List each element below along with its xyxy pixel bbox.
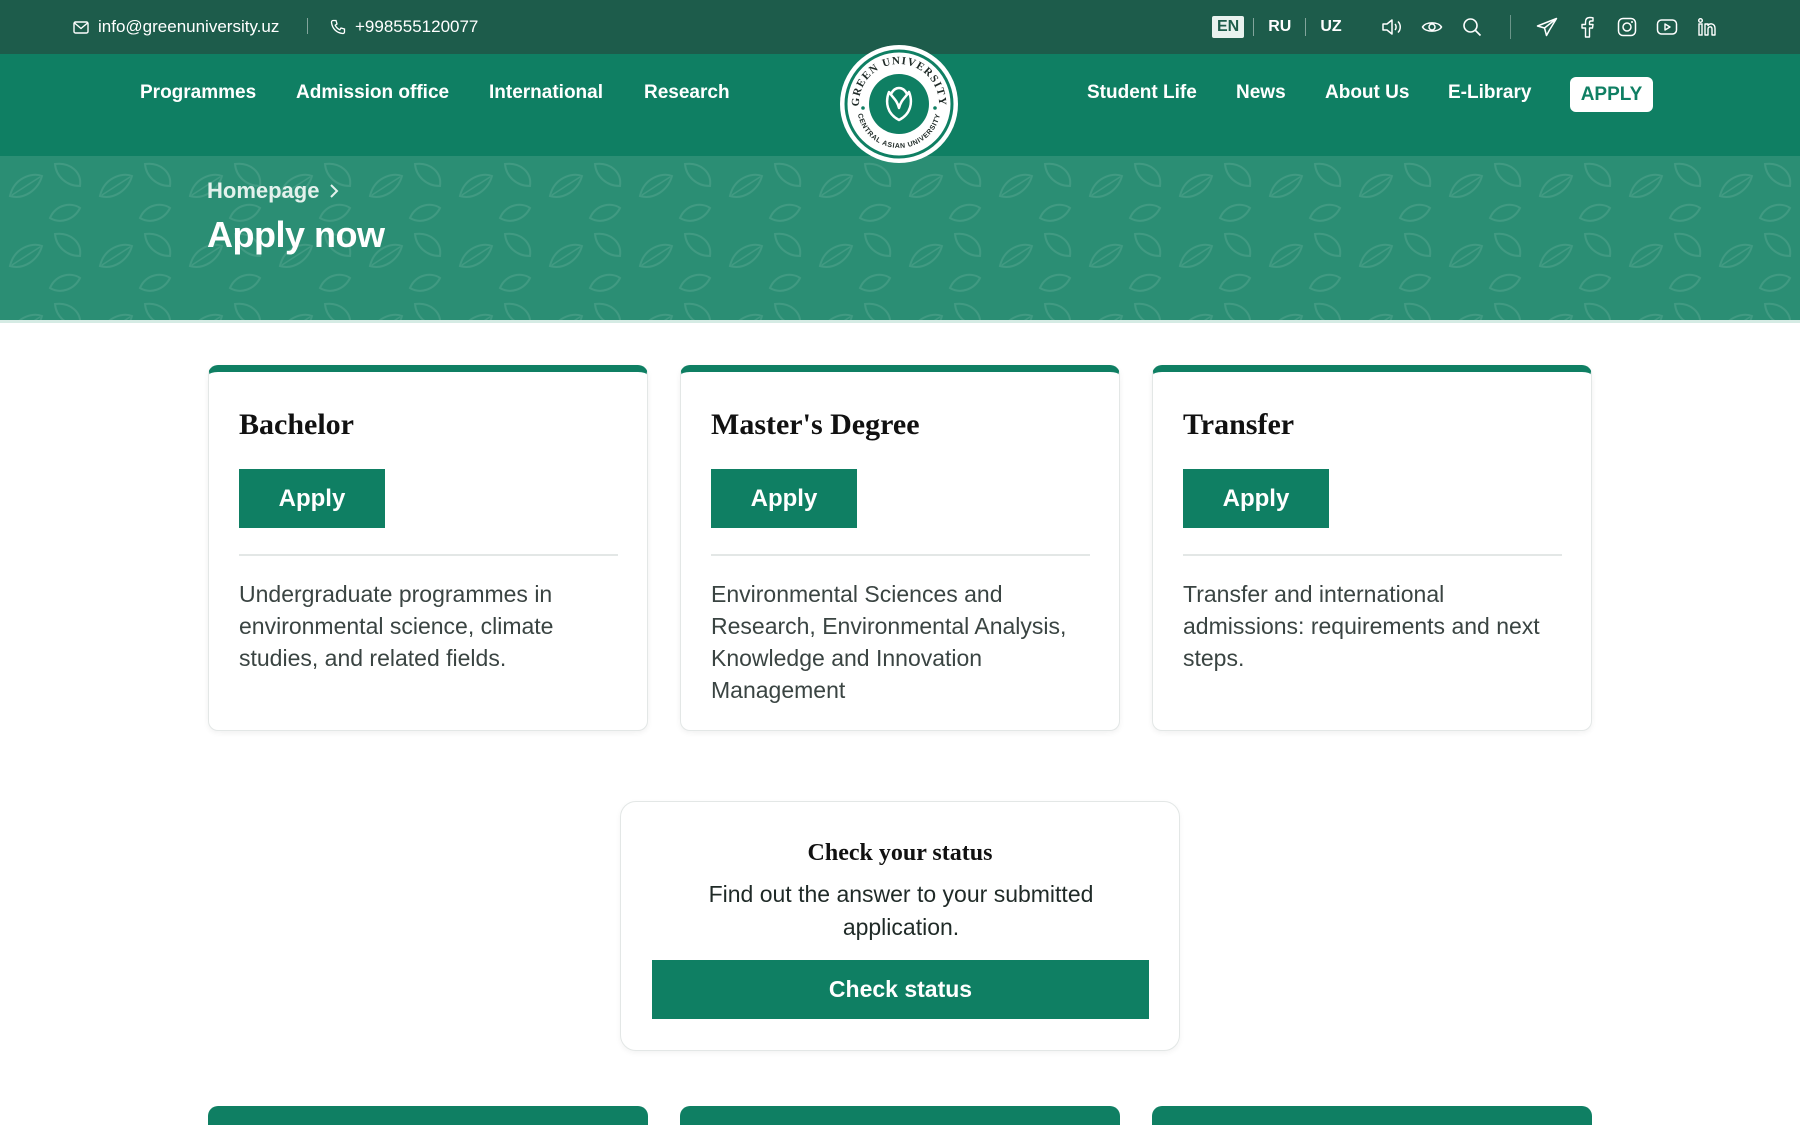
card-title: Master's Degree bbox=[711, 408, 920, 441]
status-title: Check your status bbox=[807, 840, 993, 866]
card-title: Bachelor bbox=[239, 408, 354, 441]
next-card-top bbox=[1152, 1106, 1592, 1125]
phone-text: +998555120077 bbox=[355, 17, 479, 36]
eye-icon[interactable] bbox=[1412, 0, 1452, 54]
chevron-right-icon bbox=[330, 184, 339, 198]
card-divider bbox=[1183, 554, 1562, 556]
tools-divider bbox=[1510, 15, 1511, 39]
nav-item-e-library[interactable]: E-Library bbox=[1448, 54, 1531, 132]
next-card-top bbox=[208, 1106, 648, 1125]
card-description: Transfer and international admissions: r… bbox=[1183, 581, 1540, 671]
card-description: Undergraduate programmes in environmenta… bbox=[239, 581, 554, 671]
nav-item-news[interactable]: News bbox=[1236, 54, 1286, 132]
youtube-icon[interactable] bbox=[1647, 0, 1687, 54]
breadcrumb[interactable]: Homepage bbox=[207, 178, 339, 204]
card-title: Transfer bbox=[1183, 408, 1295, 441]
card-description: Environmental Sciences and Research, Env… bbox=[711, 581, 1067, 703]
apply-nav-button[interactable]: APPLY bbox=[1570, 77, 1653, 112]
program-card-masters: Master's Degree Apply Environmental Scie… bbox=[680, 365, 1120, 731]
language-switcher: EN RU UZ bbox=[1212, 0, 1347, 54]
lang-ru[interactable]: RU bbox=[1263, 16, 1296, 38]
check-status-button[interactable]: Check status bbox=[652, 960, 1149, 1019]
nav-item-student-life[interactable]: Student Life bbox=[1087, 54, 1197, 132]
page-title: Apply now bbox=[207, 214, 385, 255]
search-icon[interactable] bbox=[1452, 0, 1492, 54]
card-divider bbox=[711, 554, 1090, 556]
program-card-transfer: Transfer Apply Transfer and internationa… bbox=[1152, 365, 1592, 731]
header-divider bbox=[0, 320, 1800, 323]
apply-transfer-button[interactable]: Apply bbox=[1183, 469, 1329, 528]
logo-emblem: GREEN UNIVERSITY CENTRAL ASIAN UNIVERSIT… bbox=[844, 49, 954, 159]
telegram-icon[interactable] bbox=[1527, 0, 1567, 54]
facebook-icon[interactable] bbox=[1567, 0, 1607, 54]
mail-icon bbox=[73, 20, 89, 34]
phone-icon bbox=[330, 19, 346, 35]
university-logo[interactable]: GREEN UNIVERSITY CENTRAL ASIAN UNIVERSIT… bbox=[840, 45, 958, 163]
instagram-icon[interactable] bbox=[1607, 0, 1647, 54]
nav-item-programmes[interactable]: Programmes bbox=[140, 54, 256, 132]
lang-divider bbox=[1305, 18, 1307, 36]
social-links bbox=[1527, 0, 1727, 54]
accessibility-tools bbox=[1372, 0, 1492, 54]
phone-link[interactable]: +998555120077 bbox=[330, 0, 478, 54]
breadcrumb-homepage[interactable]: Homepage bbox=[207, 178, 319, 204]
nav-item-international[interactable]: International bbox=[489, 54, 603, 132]
next-card-top bbox=[680, 1106, 1120, 1125]
linkedin-icon[interactable] bbox=[1687, 0, 1727, 54]
nav-item-about-us[interactable]: About Us bbox=[1325, 54, 1409, 132]
lang-uz[interactable]: UZ bbox=[1315, 16, 1346, 38]
card-divider bbox=[239, 554, 618, 556]
page-header: Homepage Apply now bbox=[0, 156, 1800, 320]
lang-en[interactable]: EN bbox=[1212, 16, 1245, 38]
email-link[interactable]: info@greenuniversity.uz bbox=[73, 0, 279, 54]
apply-bachelor-button[interactable]: Apply bbox=[239, 469, 385, 528]
status-description: Find out the answer to your submitted ap… bbox=[708, 881, 1094, 940]
apply-masters-button[interactable]: Apply bbox=[711, 469, 857, 528]
speaker-icon[interactable] bbox=[1372, 0, 1412, 54]
lang-divider bbox=[1253, 18, 1255, 36]
nav-item-research[interactable]: Research bbox=[644, 54, 730, 132]
status-check-card: Check your status Find out the answer to… bbox=[620, 801, 1180, 1051]
email-text: info@greenuniversity.uz bbox=[98, 17, 280, 36]
contact-divider bbox=[307, 18, 308, 34]
program-card-bachelor: Bachelor Apply Undergraduate programmes … bbox=[208, 365, 648, 731]
nav-item-admission-office[interactable]: Admission office bbox=[296, 54, 449, 132]
